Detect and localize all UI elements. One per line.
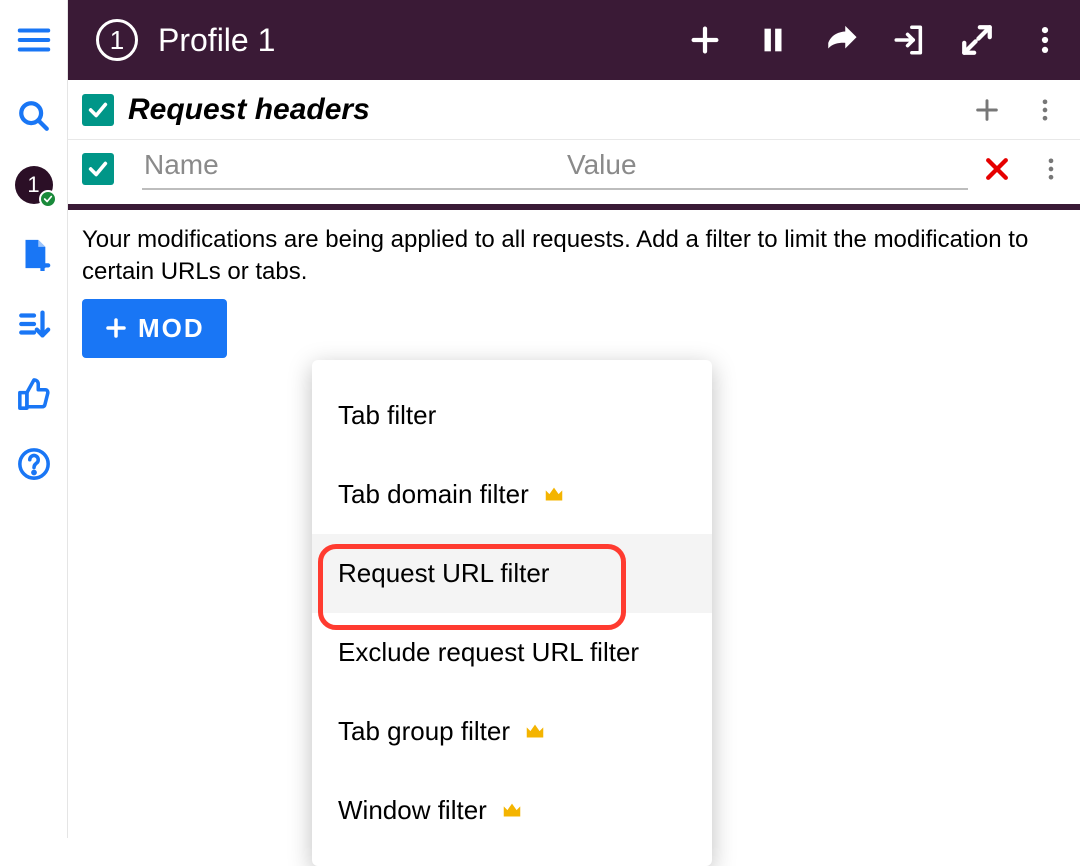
profile-selector-number: 1 — [27, 172, 39, 198]
header-row — [68, 140, 1080, 190]
check-icon — [87, 158, 109, 180]
add-button[interactable] — [688, 23, 722, 57]
filter-menu-item-label: Exclude request URL filter — [338, 637, 639, 668]
profile-title: Profile 1 — [158, 22, 275, 59]
new-file-button[interactable] — [14, 234, 54, 274]
main-panel: Request headers — [68, 80, 1080, 838]
expand-icon — [960, 23, 994, 57]
row-delete-button[interactable] — [982, 154, 1012, 184]
more-vertical-icon — [1031, 96, 1059, 124]
filter-menu-item[interactable]: Tab domain filter — [312, 455, 712, 534]
file-plus-icon — [17, 237, 51, 271]
profile-active-indicator — [39, 190, 57, 208]
add-mod-label: MOD — [138, 313, 205, 344]
more-button[interactable] — [1028, 23, 1062, 57]
plus-icon — [104, 316, 128, 340]
more-vertical-icon — [1028, 23, 1062, 57]
more-vertical-icon — [1037, 155, 1065, 183]
filter-menu-item[interactable]: Exclude request URL filter — [312, 613, 712, 692]
section-add-button[interactable] — [972, 95, 1002, 125]
row-enable-checkbox[interactable] — [82, 153, 114, 185]
import-button[interactable] — [892, 23, 926, 57]
profile-selector[interactable]: 1 — [15, 166, 53, 204]
hamburger-icon — [15, 21, 53, 59]
sort-button[interactable] — [14, 304, 54, 344]
filter-menu-item-label: Request URL filter — [338, 558, 549, 589]
pause-icon — [756, 23, 790, 57]
app-header: 1 Profile 1 — [0, 0, 1080, 80]
profile-number: 1 — [110, 25, 124, 56]
plus-icon — [973, 96, 1001, 124]
row-more-button[interactable] — [1036, 154, 1066, 184]
thumbs-up-icon — [17, 377, 51, 411]
filter-menu-item[interactable]: Tab filter — [312, 376, 712, 455]
add-mod-button[interactable]: MOD — [82, 299, 227, 358]
header-name-input[interactable] — [142, 148, 545, 182]
sort-icon — [17, 307, 51, 341]
check-icon — [87, 99, 109, 121]
filter-menu-item[interactable]: Tab group filter — [312, 692, 712, 771]
filter-menu-item[interactable]: Window filter — [312, 771, 712, 850]
crown-icon — [501, 800, 523, 822]
filter-menu: Tab filter Tab domain filter Request URL f… — [312, 360, 712, 866]
filter-menu-item-label: Tab group filter — [338, 716, 510, 747]
expand-button[interactable] — [960, 23, 994, 57]
filter-menu-item-label: Tab filter — [338, 400, 436, 431]
search-icon — [17, 99, 51, 133]
pause-button[interactable] — [756, 23, 790, 57]
profile-number-badge: 1 — [96, 19, 138, 61]
header-value-input[interactable] — [565, 148, 968, 182]
section-more-button[interactable] — [1030, 95, 1060, 125]
crown-icon — [543, 484, 565, 506]
search-button[interactable] — [14, 96, 54, 136]
filter-menu-item[interactable]: Request URL filter — [312, 534, 712, 613]
share-icon — [824, 23, 858, 57]
section-header: Request headers — [68, 80, 1080, 140]
help-icon — [17, 447, 51, 481]
filter-menu-item-label: Window filter — [338, 795, 487, 826]
hint-text: Your modifications are being applied to … — [68, 210, 1080, 299]
section-enable-checkbox[interactable] — [82, 94, 114, 126]
import-icon — [892, 23, 926, 57]
hamburger-button[interactable] — [0, 0, 68, 80]
crown-icon — [524, 721, 546, 743]
sidebar: 1 — [0, 80, 68, 838]
feedback-button[interactable] — [14, 374, 54, 414]
filter-menu-item-label: Tab domain filter — [338, 479, 529, 510]
check-icon — [43, 194, 53, 204]
share-button[interactable] — [824, 23, 858, 57]
help-button[interactable] — [14, 444, 54, 484]
close-icon — [982, 154, 1012, 184]
plus-icon — [688, 23, 722, 57]
section-title: Request headers — [128, 93, 370, 127]
